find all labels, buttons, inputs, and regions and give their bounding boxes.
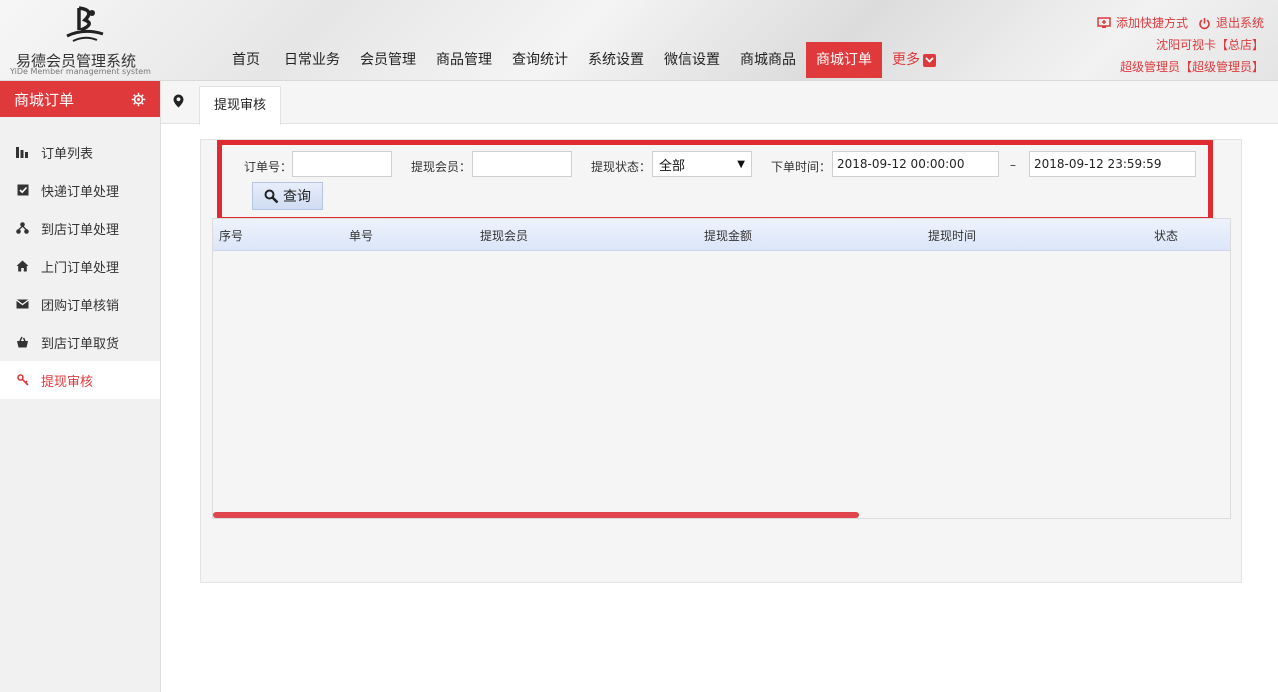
nav-member-management[interactable]: 会员管理 [350,42,426,78]
nav-product-management[interactable]: 商品管理 [426,42,502,78]
sidebar-item-express-orders[interactable]: 快递订单处理 [0,171,160,209]
status-select-value: 全部 [659,158,686,174]
checkbox-icon [16,184,29,197]
nav-query-statistics[interactable]: 查询统计 [502,42,578,78]
nav-wechat-settings[interactable]: 微信设置 [654,42,730,78]
status-label: 提现状态： [591,160,652,174]
dropdown-arrow-icon: ▼ [737,158,745,170]
column-header-index[interactable]: 序号 [219,227,243,244]
nav-daily-business[interactable]: 日常业务 [274,42,350,78]
sitemap-icon [16,222,29,235]
nav-system-settings[interactable]: 系统设置 [578,42,654,78]
member-input[interactable] [472,151,572,177]
key-icon [16,374,29,387]
sidebar-item-order-list[interactable]: 订单列表 [0,133,160,171]
nav-mall-orders[interactable]: 商城订单 [806,42,882,78]
sidebar-item-door-orders[interactable]: 上门订单处理 [0,247,160,285]
content-panel: 订单号： 提现会员： 提现状态： 全部 ▼ 下单时间： – 查询 序号 单号 提… [200,139,1242,583]
nav-more[interactable]: 更多 [882,42,946,78]
filter-bar: 订单号： 提现会员： 提现状态： 全部 ▼ 下单时间： – 查询 [217,140,1213,222]
column-header-member[interactable]: 提现会员 [480,227,528,244]
sidebar-item-label: 提现审核 [41,374,94,390]
sidebar-item-group-orders[interactable]: 团购订单核销 [0,285,160,323]
time-label: 下单时间： [771,160,832,174]
tab-bar: 提现审核 [161,81,1278,125]
sidebar-item-label: 订单列表 [41,146,94,162]
withdraw-table: 序号 单号 提现会员 提现金额 提现时间 状态 [212,218,1231,519]
order-no-label: 订单号： [244,160,293,174]
sidebar-item-label: 到店订单取货 [41,336,120,352]
column-header-order-no[interactable]: 单号 [349,227,373,244]
sidebar-item-instore-orders[interactable]: 到店订单处理 [0,209,160,247]
logout-link[interactable]: 退出系统 [1198,12,1264,34]
column-header-status[interactable]: 状态 [1154,227,1178,244]
monitor-icon [1097,17,1111,28]
nav-home[interactable]: 首页 [218,42,274,78]
main-nav: 首页 日常业务 会员管理 商品管理 查询统计 系统设置 微信设置 商城商品 商城… [218,42,946,80]
user-role: 超级管理员【超级管理员】 [1119,60,1264,74]
member-label: 提现会员： [411,160,472,174]
table-header: 序号 单号 提现会员 提现金额 提现时间 状态 [213,219,1230,251]
search-button-label: 查询 [283,189,311,205]
horizontal-scrollbar[interactable] [213,512,859,518]
sidebar-item-pickup-orders[interactable]: 到店订单取货 [0,323,160,361]
nav-more-label: 更多 [892,52,920,68]
user-panel: 添加快捷方式 退出系统 沈阳可视卡【总店】 超级管理员【超级管理员】 [1097,12,1264,78]
store-name: 沈阳可视卡【总店】 [1155,38,1264,52]
add-shortcut-link[interactable]: 添加快捷方式 [1097,12,1188,34]
sidebar-item-withdraw-review[interactable]: 提现审核 [0,361,160,399]
home-icon [16,260,29,273]
chevron-down-icon [923,53,936,67]
column-header-time[interactable]: 提现时间 [928,227,976,244]
basket-icon [16,336,29,349]
logout-label: 退出系统 [1215,16,1264,30]
sidebar-header: 商城订单 [0,81,160,117]
app-logo[interactable]: 易德会员管理系统 YiDe Member management system [8,4,158,76]
add-shortcut-label: 添加快捷方式 [1115,16,1188,30]
search-icon [264,189,279,203]
bar-chart-icon [16,146,29,159]
gear-icon[interactable] [131,92,146,107]
start-time-input[interactable] [832,151,999,177]
sidebar-item-label: 快递订单处理 [41,184,120,200]
sidebar-menu: 订单列表 快递订单处理 到店订单处理 上门订单处理 团购订单核销 到店订单取货 … [0,133,160,399]
column-header-amount[interactable]: 提现金额 [704,227,752,244]
search-button[interactable]: 查询 [252,182,323,210]
location-pin-icon [173,94,184,112]
sidebar: 商城订单 订单列表 快递订单处理 到店订单处理 上门订单处理 团购订单核销 到店… [0,81,161,692]
tab-withdraw-review[interactable]: 提现审核 [199,86,282,125]
logo-subtitle: YiDe Member management system [10,67,151,76]
sidebar-item-label: 团购订单核销 [41,298,120,314]
order-no-input[interactable] [292,151,392,177]
sidebar-item-label: 到店订单处理 [41,222,120,238]
sidebar-item-label: 上门订单处理 [41,260,120,276]
time-separator: – [1010,158,1016,172]
sidebar-title: 商城订单 [14,90,75,109]
top-header: 易德会员管理系统 YiDe Member management system 首… [0,0,1278,81]
end-time-input[interactable] [1029,151,1196,177]
status-select[interactable]: 全部 ▼ [652,151,752,177]
nav-mall-products[interactable]: 商城商品 [730,42,806,78]
envelope-icon [16,298,29,311]
logo-mark-icon [66,6,104,42]
power-icon [1199,17,1210,29]
